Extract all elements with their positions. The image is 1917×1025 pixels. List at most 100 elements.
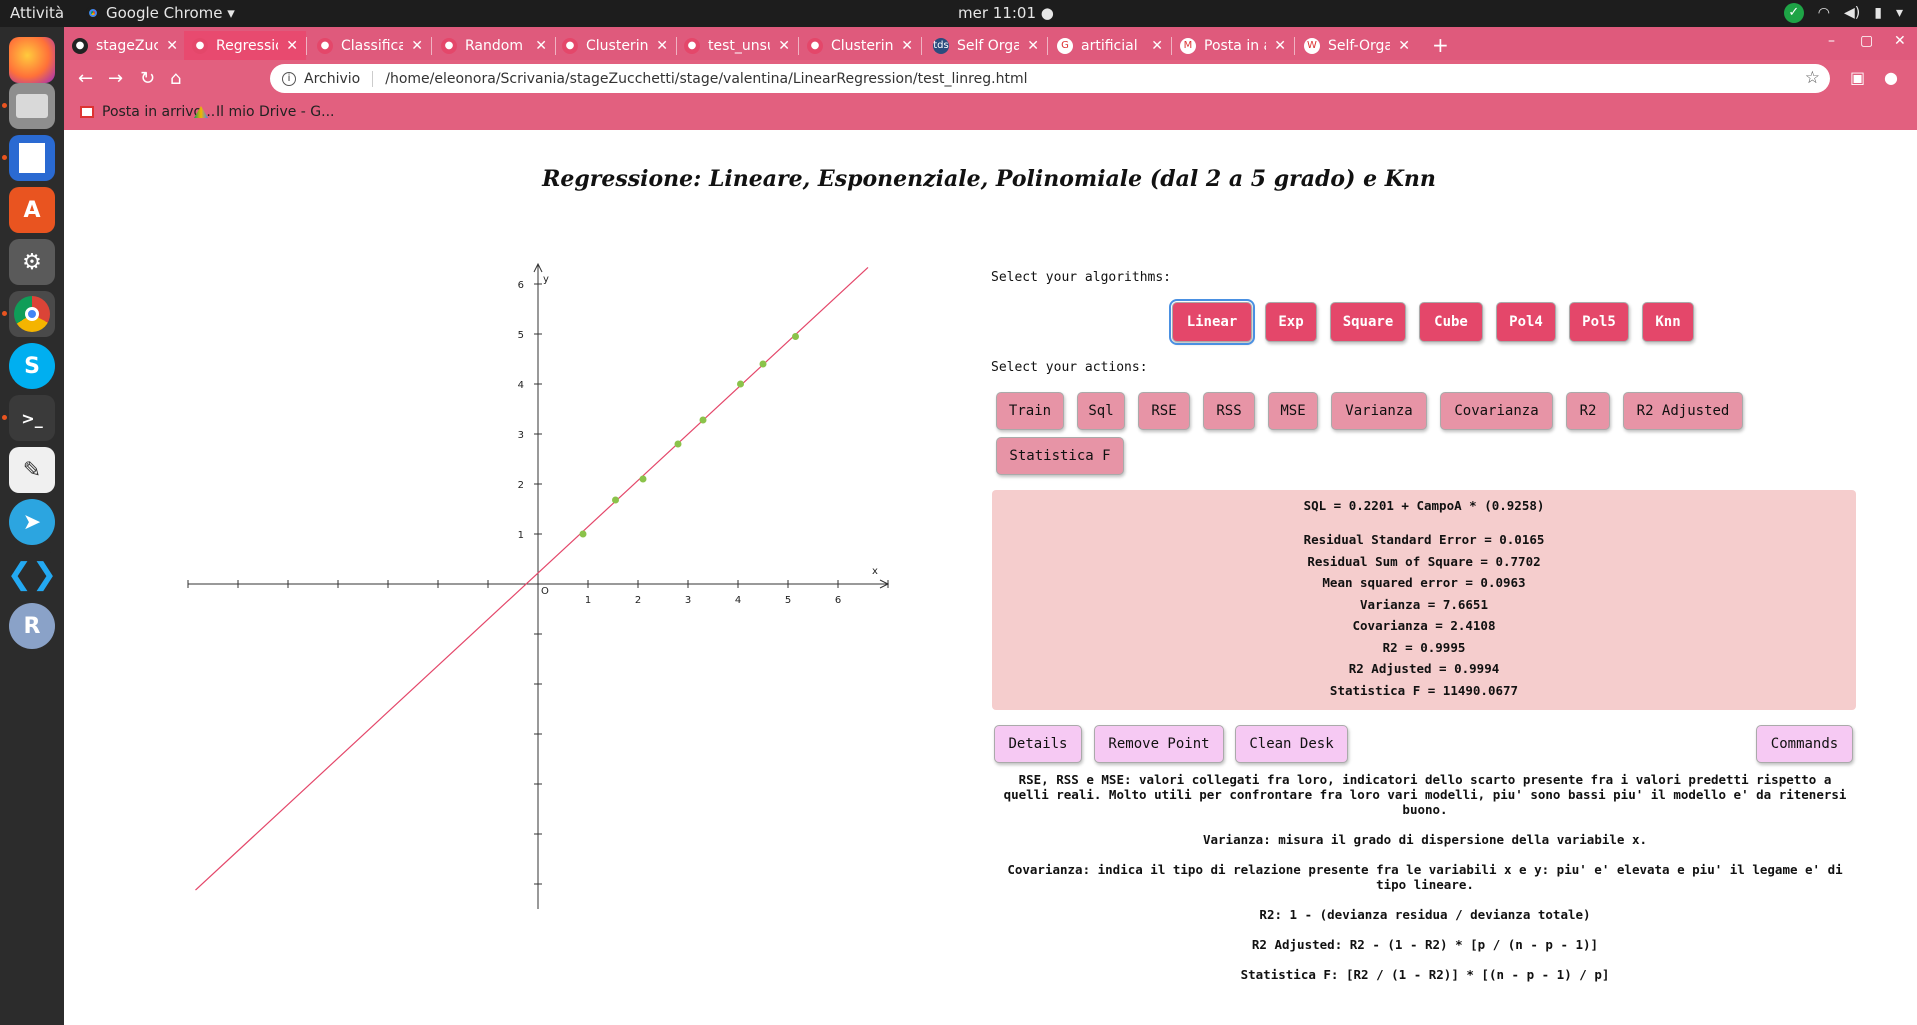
- app-menu[interactable]: Google Chrome ▾: [86, 4, 235, 22]
- activities-button[interactable]: Attività: [10, 4, 64, 22]
- action-button-r2[interactable]: R2: [1566, 392, 1610, 430]
- dock: A ⚙ S >_ ✎ ➤ ❮❯ R: [0, 27, 64, 1025]
- profile-avatar[interactable]: ●: [1884, 68, 1898, 87]
- close-icon[interactable]: ✕: [286, 38, 298, 54]
- tab-label: Posta in arri: [1204, 37, 1266, 54]
- home-icon[interactable]: ⌂: [170, 68, 181, 89]
- bookmark-drive[interactable]: Il mio Drive - G...: [194, 104, 335, 120]
- vscode-icon[interactable]: ❮❯: [7, 551, 57, 597]
- info-icon[interactable]: i: [282, 71, 296, 86]
- clock[interactable]: mer 11:01 ●: [958, 4, 1054, 22]
- page-icon: ●: [317, 37, 333, 54]
- telegram-icon[interactable]: ➤: [9, 499, 55, 545]
- check-icon[interactable]: ✓: [1783, 3, 1804, 23]
- remove-point-button[interactable]: Remove Point: [1094, 725, 1224, 763]
- maximize-icon[interactable]: ▢: [1860, 33, 1873, 49]
- page-icon: ●: [192, 37, 208, 54]
- regression-chart[interactable]: x y O 1 2 3 4 5 6 1 2 3 4 5 6: [124, 240, 904, 920]
- tab-label: test_unsupe: [708, 37, 770, 54]
- action-button-mse[interactable]: MSE: [1268, 392, 1318, 430]
- browser-tab[interactable]: ● stageZucche ✕: [64, 31, 186, 60]
- action-button-sql[interactable]: Sql: [1077, 392, 1125, 430]
- close-icon[interactable]: ✕: [901, 38, 913, 54]
- action-button-train[interactable]: Train: [996, 392, 1064, 430]
- note-paragraph: Varianza: misura il grado di dispersione…: [1202, 832, 1647, 847]
- browser-tab[interactable]: tds Self Organiz ✕: [925, 31, 1047, 60]
- browser-tab[interactable]: Gartificial neu ✕: [1049, 31, 1171, 60]
- action-button-varianza[interactable]: Varianza: [1331, 392, 1427, 430]
- system-top-bar: Attività Google Chrome ▾ mer 11:01 ● ✓ ◠…: [0, 0, 1917, 27]
- commands-button[interactable]: Commands: [1756, 725, 1853, 763]
- close-icon[interactable]: ✕: [1274, 38, 1286, 54]
- gmail-icon: [80, 106, 94, 118]
- algo-button-exp[interactable]: Exp: [1265, 302, 1317, 342]
- browser-tab[interactable]: ● test_unsupe ✕: [676, 31, 798, 60]
- page-content: Regressione: Lineare, Esponenziale, Poli…: [64, 130, 1917, 1025]
- browser-tab[interactable]: ● Classificatio ✕: [309, 31, 431, 60]
- tab-strip: ● stageZucche ✕ ● Regression ✕ ● Classificatio ✕…: [64, 27, 1917, 60]
- clean-desk-button[interactable]: Clean Desk: [1235, 725, 1348, 763]
- files-icon[interactable]: [9, 83, 55, 129]
- browser-tab[interactable]: ● Regression ✕: [184, 31, 306, 60]
- details-button[interactable]: Details: [994, 725, 1082, 763]
- close-icon[interactable]: ✕: [656, 38, 668, 54]
- close-window-icon[interactable]: ✕: [1894, 33, 1906, 49]
- tab-separator: [921, 37, 922, 55]
- terminal-icon[interactable]: >_: [9, 395, 55, 441]
- action-button-r2-adjusted[interactable]: R2 Adjusted: [1623, 392, 1743, 430]
- browser-tab[interactable]: W Self-Organiz ✕: [1296, 31, 1418, 60]
- running-indicator: [2, 103, 7, 108]
- url-text[interactable]: /home/eleonora/Scrivania/stageZucchetti/…: [385, 71, 1027, 87]
- close-icon[interactable]: ✕: [1027, 38, 1039, 54]
- algo-button-cube[interactable]: Cube: [1419, 302, 1483, 342]
- tab-label: Self Organiz: [957, 37, 1020, 54]
- writer-icon[interactable]: [9, 135, 55, 181]
- bookmark-star-icon[interactable]: ☆: [1805, 68, 1820, 88]
- new-tab-button[interactable]: +: [1432, 33, 1449, 57]
- battery-icon[interactable]: ▮: [1874, 5, 1882, 21]
- tab-label: Clustering: [586, 37, 649, 54]
- volume-icon[interactable]: ◀): [1844, 5, 1860, 21]
- system-tray[interactable]: ✓ ◠ ◀) ▮ ▾: [1783, 3, 1903, 23]
- page-icon: ●: [684, 37, 700, 54]
- chrome-dock-icon[interactable]: [9, 291, 55, 337]
- browser-tab[interactable]: ● Clustering.p ✕: [799, 31, 921, 60]
- algo-button-linear[interactable]: Linear: [1169, 299, 1255, 345]
- browser-tab[interactable]: M Posta in arri ✕: [1172, 31, 1294, 60]
- extension-icon[interactable]: ▣: [1850, 68, 1865, 87]
- chevron-down-icon[interactable]: ▾: [1896, 5, 1903, 21]
- back-icon[interactable]: ←: [78, 68, 93, 89]
- tab-label: Random Fore: [465, 37, 527, 54]
- r-icon[interactable]: R: [9, 603, 55, 649]
- algo-button-pol4[interactable]: Pol4: [1496, 302, 1556, 342]
- algo-button-pol5[interactable]: Pol5: [1569, 302, 1629, 342]
- wifi-icon[interactable]: ◠: [1818, 5, 1830, 21]
- action-button-covarianza[interactable]: Covarianza: [1440, 392, 1553, 430]
- bookmark-label: Il mio Drive - G...: [216, 104, 335, 120]
- close-icon[interactable]: ✕: [778, 38, 790, 54]
- browser-tab[interactable]: ● Clustering ✕: [554, 31, 676, 60]
- close-icon[interactable]: ✕: [411, 38, 423, 54]
- settings-icon[interactable]: ⚙: [9, 239, 55, 285]
- reload-icon[interactable]: ↻: [140, 68, 155, 89]
- address-bar[interactable]: i Archivio /home/eleonora/Scrivania/stag…: [270, 64, 1830, 93]
- close-icon[interactable]: ✕: [1398, 38, 1410, 54]
- action-button-rse[interactable]: RSE: [1138, 392, 1190, 430]
- action-button-statistica-f[interactable]: Statistica F: [996, 437, 1124, 475]
- skype-icon[interactable]: S: [9, 343, 55, 389]
- firefox-icon[interactable]: [9, 37, 55, 83]
- x-axis-label: x: [872, 566, 878, 577]
- close-icon[interactable]: ✕: [166, 38, 178, 54]
- chrome-icon: [86, 6, 100, 20]
- result-line: Covarianza = 2.4108: [1352, 618, 1496, 633]
- algo-button-square[interactable]: Square: [1330, 302, 1406, 342]
- minimize-icon[interactable]: –: [1828, 33, 1835, 49]
- close-icon[interactable]: ✕: [535, 38, 547, 54]
- forward-icon[interactable]: →: [108, 68, 123, 89]
- text-editor-icon[interactable]: ✎: [9, 447, 55, 493]
- algo-button-knn[interactable]: Knn: [1642, 302, 1694, 342]
- software-center-icon[interactable]: A: [9, 187, 55, 233]
- close-icon[interactable]: ✕: [1151, 38, 1163, 54]
- browser-tab[interactable]: ● Random Fore ✕: [433, 31, 555, 60]
- action-button-rss[interactable]: RSS: [1203, 392, 1255, 430]
